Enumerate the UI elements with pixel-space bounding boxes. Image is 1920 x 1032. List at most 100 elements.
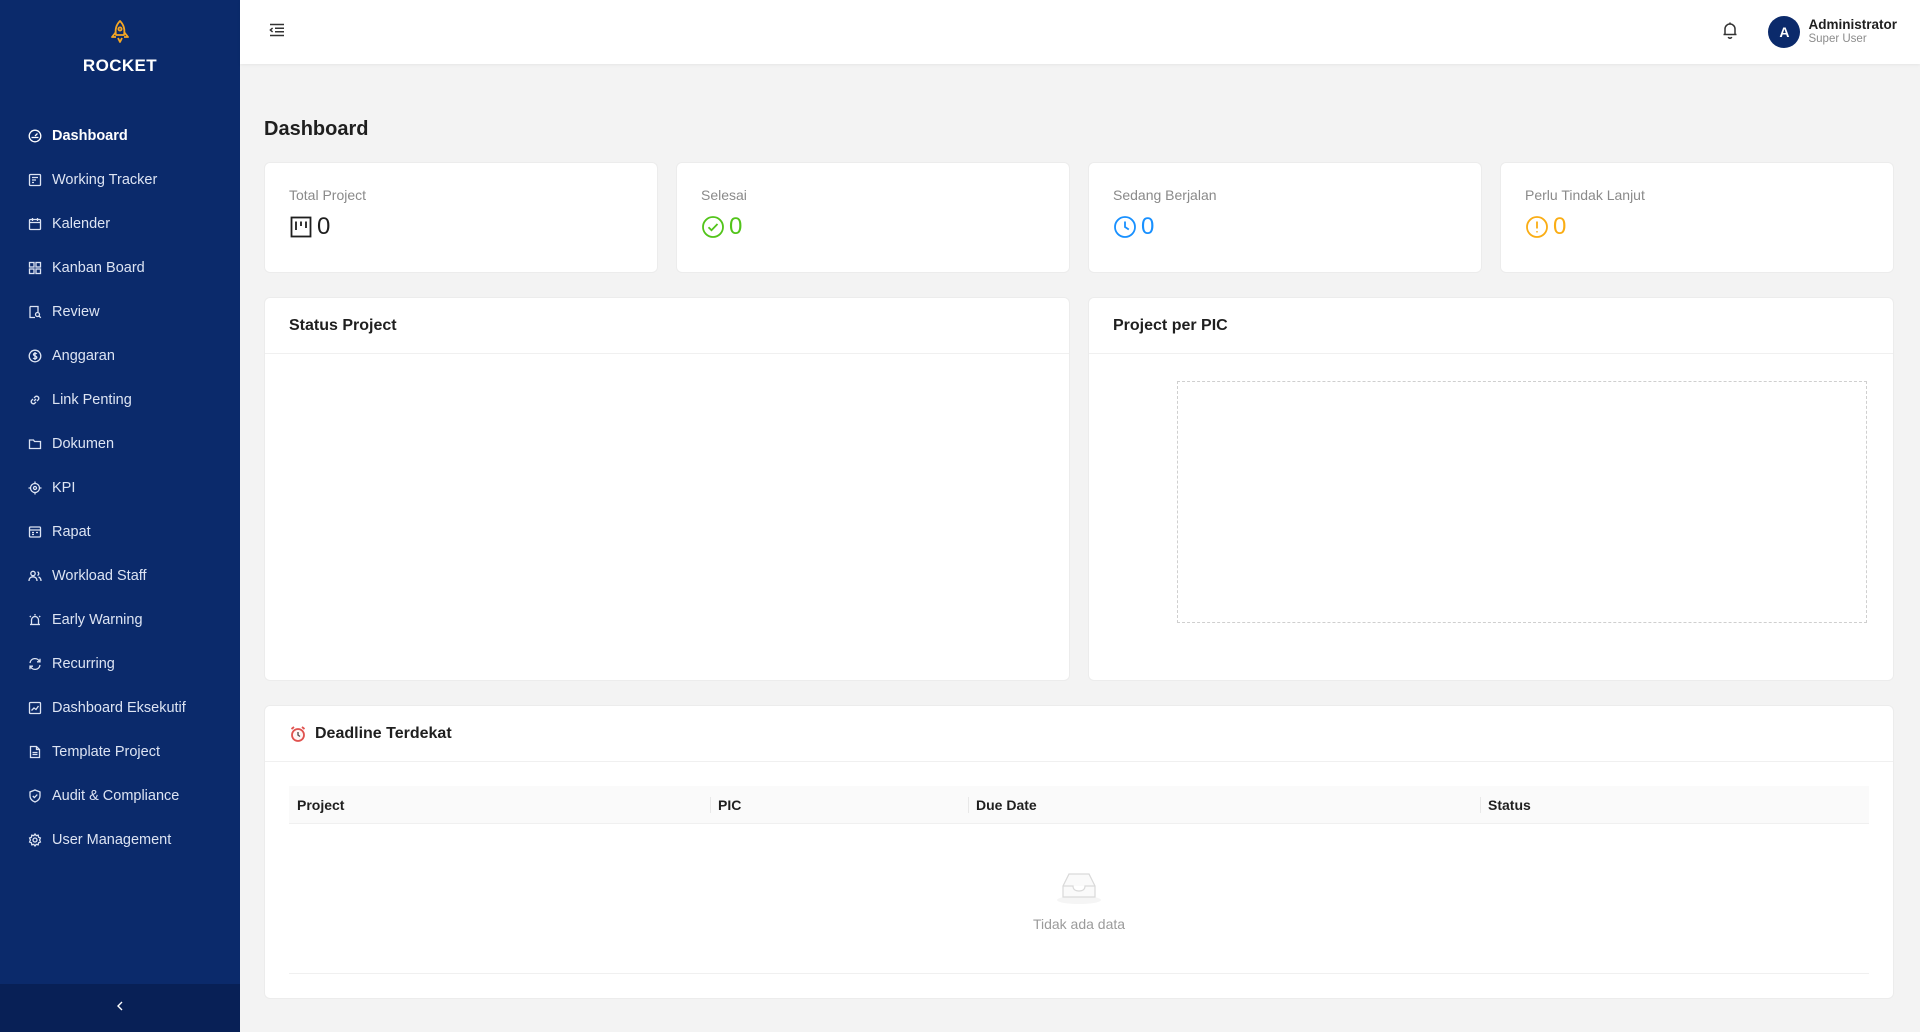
shield-check-icon <box>28 789 42 803</box>
sidebar-item-link-penting[interactable]: Link Penting <box>0 378 240 422</box>
sidebar-item-audit-compliance[interactable]: Audit & Compliance <box>0 774 240 818</box>
user-info: Administrator Super User <box>1808 17 1897 46</box>
sidebar-item-label: KPI <box>52 480 76 496</box>
sidebar-item-review[interactable]: Review <box>0 290 240 334</box>
panel-title: Deadline Terdekat <box>315 724 452 742</box>
review-icon <box>28 305 42 319</box>
deadline-panel: Deadline Terdekat Project PIC Due Date S… <box>264 705 1894 999</box>
alarm-icon <box>28 613 42 627</box>
exclamation-circle-icon <box>1525 215 1549 239</box>
sidebar-item-label: Dashboard Eksekutif <box>52 700 186 716</box>
notifications-button[interactable] <box>1718 20 1742 44</box>
sidebar-item-label: Recurring <box>52 656 115 672</box>
sidebar-item-working-tracker[interactable]: Working Tracker <box>0 158 240 202</box>
sidebar-item-workload-staff[interactable]: Workload Staff <box>0 554 240 598</box>
sidebar-item-label: Dashboard <box>52 128 128 144</box>
menu-toggle-button[interactable] <box>264 19 290 45</box>
kanban-icon <box>28 261 42 275</box>
stat-value-row: 0 <box>701 213 1045 241</box>
file-icon <box>28 745 42 759</box>
user-role: Super User <box>1808 33 1867 46</box>
stat-card-perlu-tindak-lanjut: Perlu Tindak Lanjut 0 <box>1500 162 1894 273</box>
stat-label: Sedang Berjalan <box>1113 187 1217 203</box>
dashboard-icon <box>28 129 42 143</box>
stat-value: 0 <box>317 213 331 240</box>
sidebar-item-label: Kanban Board <box>52 260 145 276</box>
charts-row: Status Project Project per PIC <box>264 297 1894 681</box>
chart-placeholder <box>1177 381 1867 623</box>
gear-icon <box>28 833 42 847</box>
sidebar-item-label: User Management <box>52 832 172 848</box>
sidebar-item-label: Audit & Compliance <box>52 788 180 804</box>
stat-value-row: 0 <box>289 213 633 241</box>
menu-fold-icon <box>268 21 286 44</box>
target-icon <box>28 481 42 495</box>
sidebar-nav: Dashboard Working Tracker Kalender Kanba… <box>0 114 240 862</box>
page-title: Dashboard <box>264 118 369 140</box>
clock-icon <box>1113 215 1137 239</box>
main-content: Dashboard Total Project 0 Selesai 0 Seda… <box>264 64 1894 999</box>
user-name: Administrator <box>1808 17 1897 33</box>
column-header-pic[interactable]: PIC <box>710 786 968 824</box>
sidebar-item-kpi[interactable]: KPI <box>0 466 240 510</box>
stat-card-sedang-berjalan: Sedang Berjalan 0 <box>1088 162 1482 273</box>
sidebar-item-label: Kalender <box>52 216 111 232</box>
deadline-table: Project PIC Due Date Status Tidak ada da… <box>289 786 1869 974</box>
sidebar-item-label: Early Warning <box>52 612 143 628</box>
chevron-left-icon <box>114 999 126 1017</box>
alarm-clock-icon <box>289 725 307 743</box>
header-right: A Administrator Super User <box>1718 0 1897 64</box>
team-icon <box>28 569 42 583</box>
sidebar-item-dashboard-eksekutif[interactable]: Dashboard Eksekutif <box>0 686 240 730</box>
stat-value: 0 <box>1553 213 1567 240</box>
panel-title: Project per PIC <box>1089 298 1893 354</box>
sidebar-item-label: Dokumen <box>52 436 115 452</box>
sidebar-item-label: Workload Staff <box>52 568 147 584</box>
sidebar-item-dokumen[interactable]: Dokumen <box>0 422 240 466</box>
sidebar-item-rapat[interactable]: Rapat <box>0 510 240 554</box>
check-circle-icon <box>701 215 725 239</box>
stat-value: 0 <box>729 213 743 240</box>
column-header-status[interactable]: Status <box>1480 786 1869 824</box>
chart-icon <box>28 701 42 715</box>
stats-row: Total Project 0 Selesai 0 Sedang Berjala… <box>264 162 1894 273</box>
sidebar-item-dashboard[interactable]: Dashboard <box>0 114 240 158</box>
table-header: Project PIC Due Date Status <box>289 786 1869 824</box>
tracker-icon <box>28 173 42 187</box>
panel-title: Status Project <box>265 298 1069 354</box>
project-icon <box>289 215 313 239</box>
sidebar-item-recurring[interactable]: Recurring <box>0 642 240 686</box>
sidebar-item-early-warning[interactable]: Early Warning <box>0 598 240 642</box>
column-header-due-date[interactable]: Due Date <box>968 786 1480 824</box>
calendar-icon <box>28 217 42 231</box>
empty-state: Tidak ada data <box>289 824 1869 974</box>
folder-icon <box>28 437 42 451</box>
status-project-panel: Status Project <box>264 297 1070 681</box>
stat-card-total-project: Total Project 0 <box>264 162 658 273</box>
sidebar-item-template-project[interactable]: Template Project <box>0 730 240 774</box>
stat-value-row: 0 <box>1525 213 1869 241</box>
sidebar-item-label: Anggaran <box>52 348 115 364</box>
user-menu[interactable]: A Administrator Super User <box>1768 16 1897 48</box>
stat-label: Total Project <box>289 187 367 203</box>
project-per-pic-panel: Project per PIC <box>1088 297 1894 681</box>
sidebar-collapse-button[interactable] <box>0 984 240 1032</box>
empty-text: Tidak ada data <box>1032 915 1126 932</box>
sidebar-item-label: Working Tracker <box>52 172 158 188</box>
sidebar-item-label: Link Penting <box>52 392 132 408</box>
stat-label: Selesai <box>701 187 747 203</box>
avatar: A <box>1768 16 1801 48</box>
link-icon <box>28 393 42 407</box>
budget-icon <box>28 349 42 363</box>
sidebar-item-label: Template Project <box>52 744 160 760</box>
brand: ROCKET <box>0 0 240 110</box>
sidebar-item-kanban-board[interactable]: Kanban Board <box>0 246 240 290</box>
stat-value: 0 <box>1141 213 1155 240</box>
column-header-project[interactable]: Project <box>289 786 710 824</box>
sidebar-item-user-management[interactable]: User Management <box>0 818 240 862</box>
sidebar-item-label: Rapat <box>52 524 91 540</box>
sidebar-item-kalender[interactable]: Kalender <box>0 202 240 246</box>
stat-card-selesai: Selesai 0 <box>676 162 1070 273</box>
sidebar-item-anggaran[interactable]: Anggaran <box>0 334 240 378</box>
stat-value-row: 0 <box>1113 213 1457 241</box>
